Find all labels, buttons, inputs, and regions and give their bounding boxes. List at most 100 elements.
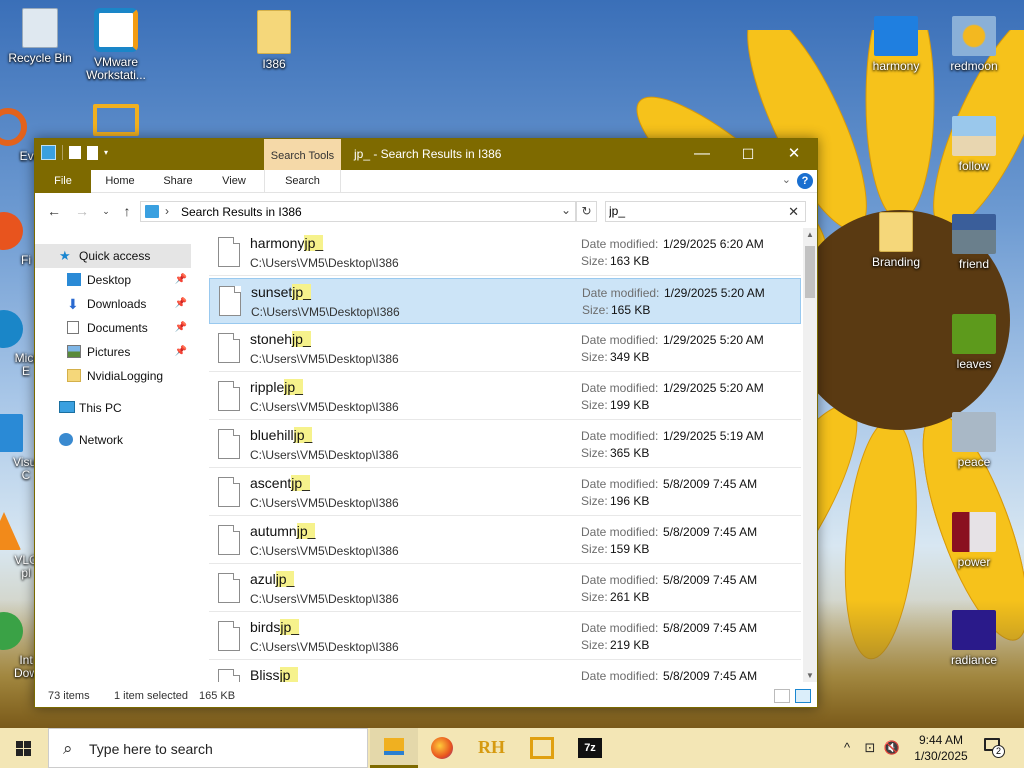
result-row[interactable]: sunsetjp_ C:\Users\VM5\Desktop\I386 Date m… [209,278,801,324]
expand-ribbon-icon[interactable]: ⌄ [782,173,791,186]
date-modified-label: Date modified: [581,525,659,539]
search-tools-context-tab[interactable]: Search Tools [264,139,341,170]
desktop-icon-i386[interactable]: I386 [234,10,314,71]
maximize-button[interactable]: ☐ [725,139,771,170]
scrollbar-thumb[interactable] [805,246,815,298]
image-thumbnail-icon [952,610,996,650]
vertical-scrollbar[interactable]: ▲ ▼ [803,228,817,682]
date-modified-label: Date modified: [581,381,659,395]
search-input[interactable] [609,204,779,218]
close-button[interactable]: ✕ [771,139,817,170]
date-modified-value: 5/8/2009 7:45 AM [663,525,758,539]
tab-home[interactable]: Home [97,170,143,193]
show-hidden-icons-chevron-icon[interactable]: ^ [838,728,856,768]
nav-this-pc[interactable]: This PC [35,396,191,420]
desktop-icon-radiance[interactable]: radiance [934,610,1014,667]
result-row[interactable]: Blissjp_Date modified:5/8/2009 7:45 AMSi… [209,662,801,682]
up-button[interactable]: ↑ [118,203,136,219]
desktop-icon-power[interactable]: power [934,512,1014,569]
address-row: ← → ⌄ ↑ › Search Results in I386 ⌄ ↻ ✕ [35,194,817,228]
nav-documents[interactable]: Documents 📌 [35,316,191,340]
image-thumbnail-icon [952,314,996,354]
date-modified-value: 5/8/2009 7:45 AM [663,477,758,491]
chevron-down-icon[interactable]: ▾ [104,148,112,157]
nav-desktop[interactable]: Desktop 📌 [35,268,191,292]
search-match-highlight: jp_ [279,667,299,682]
volume-muted-icon[interactable]: 🔇 [882,728,902,768]
breadcrumb-chevron-icon[interactable]: › [165,204,169,218]
clock-time: 9:44 AM [918,733,964,747]
result-row[interactable]: bluehilljp_ C:\Users\VM5\Desktop\I386 Date… [209,422,801,468]
desktop-icon-vmware[interactable]: VMware Workstati... [76,8,156,82]
taskbar-file-explorer[interactable] [370,728,418,768]
tab-search[interactable]: Search [264,170,341,193]
back-button[interactable]: ← [45,203,63,219]
tab-file[interactable]: File [35,170,91,193]
desktop-icon-redmoon[interactable]: redmoon [934,16,1014,73]
start-button[interactable] [0,728,48,768]
image-thumbnail-icon [874,16,918,56]
taskbar-network-app[interactable] [518,728,566,768]
breadcrumb[interactable]: Search Results in I386 [181,205,302,219]
clock[interactable]: 9:44 AM 1/30/2025 [905,732,977,764]
search-box[interactable]: ✕ [605,201,806,222]
desktop-icon-harmony[interactable]: harmony [856,16,936,73]
scroll-up-icon[interactable]: ▲ [803,230,817,239]
help-button[interactable]: ? [797,173,813,189]
result-row[interactable]: stonehjp_ C:\Users\VM5\Desktop\I386 Date m… [209,326,801,372]
network-status-icon[interactable]: ⊡ [860,728,880,768]
minimize-button[interactable]: — [679,139,725,170]
taskbar-rh[interactable]: RH [468,728,516,768]
scroll-down-icon[interactable]: ▼ [803,671,817,680]
notification-center-button[interactable]: 2 [982,736,1005,758]
taskbar-firefox[interactable] [418,728,466,768]
taskbar-7zip[interactable]: 7z [566,728,614,768]
nav-nvidialogging[interactable]: NvidiaLogging [35,364,191,388]
size-label: Size: [581,494,608,508]
result-row[interactable]: azuljp_ C:\Users\VM5\Desktop\I386 Date mod… [209,566,801,612]
tab-view[interactable]: View [211,170,257,193]
refresh-button[interactable]: ↻ [576,201,597,222]
search-match-highlight: jp_ [293,427,313,443]
details-view-icon[interactable] [774,689,790,703]
address-bar[interactable]: › Search Results in I386 ⌄ [140,201,576,222]
file-icon [218,381,240,411]
date-modified-label: Date modified: [581,333,659,347]
desktop-icon-peace[interactable]: peace [934,412,1014,469]
desktop-icon-branding[interactable]: Branding [856,212,936,269]
file-name: bluehilljp_ [250,427,313,443]
properties-icon[interactable] [69,146,81,159]
nav-quick-access[interactable]: ★ Quick access [35,244,191,268]
desktop-icon-friend[interactable]: friend [934,214,1014,271]
nav-network[interactable]: Network [35,428,191,452]
title-bar[interactable]: ▾ Search Tools jp_ - Search Results in I… [35,139,817,170]
address-dropdown-icon[interactable]: ⌄ [561,203,571,217]
desktop-icon-follow[interactable]: follow [934,116,1014,173]
file-path: C:\Users\VM5\Desktop\I386 [250,448,399,462]
result-row[interactable]: harmonyjp_ C:\Users\VM5\Desktop\I386 Date … [209,230,801,276]
result-row[interactable]: ascentjp_ C:\Users\VM5\Desktop\I386 Date m… [209,470,801,516]
desktop-icon-leaves[interactable]: leaves [934,314,1014,371]
forward-button[interactable]: → [73,203,91,219]
search-match-highlight: jp_ [296,523,316,539]
search-match-highlight: jp_ [304,235,324,251]
tab-share[interactable]: Share [155,170,201,193]
new-folder-icon[interactable] [87,145,98,160]
large-icons-view-icon[interactable] [795,689,811,703]
taskbar-search-box[interactable]: ⌕ Type here to search [48,728,368,768]
recent-locations-chevron-icon[interactable]: ⌄ [97,206,115,217]
desktop-icon-partial-network[interactable] [76,104,156,140]
desktop-icon-label: VMware Workstati... [86,55,146,82]
file-name: harmonyjp_ [250,235,324,251]
clear-search-icon[interactable]: ✕ [788,204,799,220]
date-modified-label: Date modified: [581,477,659,491]
result-row[interactable]: ripplejp_ C:\Users\VM5\Desktop\I386 Date m… [209,374,801,420]
nav-pictures[interactable]: Pictures 📌 [35,340,191,364]
result-row[interactable]: birdsjp_ C:\Users\VM5\Desktop\I386 Date mo… [209,614,801,660]
network-app-icon [93,104,139,136]
desktop-icon-recycle-bin[interactable]: Recycle Bin [0,8,80,65]
result-row[interactable]: autumnjp_ C:\Users\VM5\Desktop\I386 Date m… [209,518,801,564]
nav-downloads[interactable]: ⬇ Downloads 📌 [35,292,191,316]
date-modified-label: Date modified: [581,669,659,682]
file-icon [218,333,240,363]
